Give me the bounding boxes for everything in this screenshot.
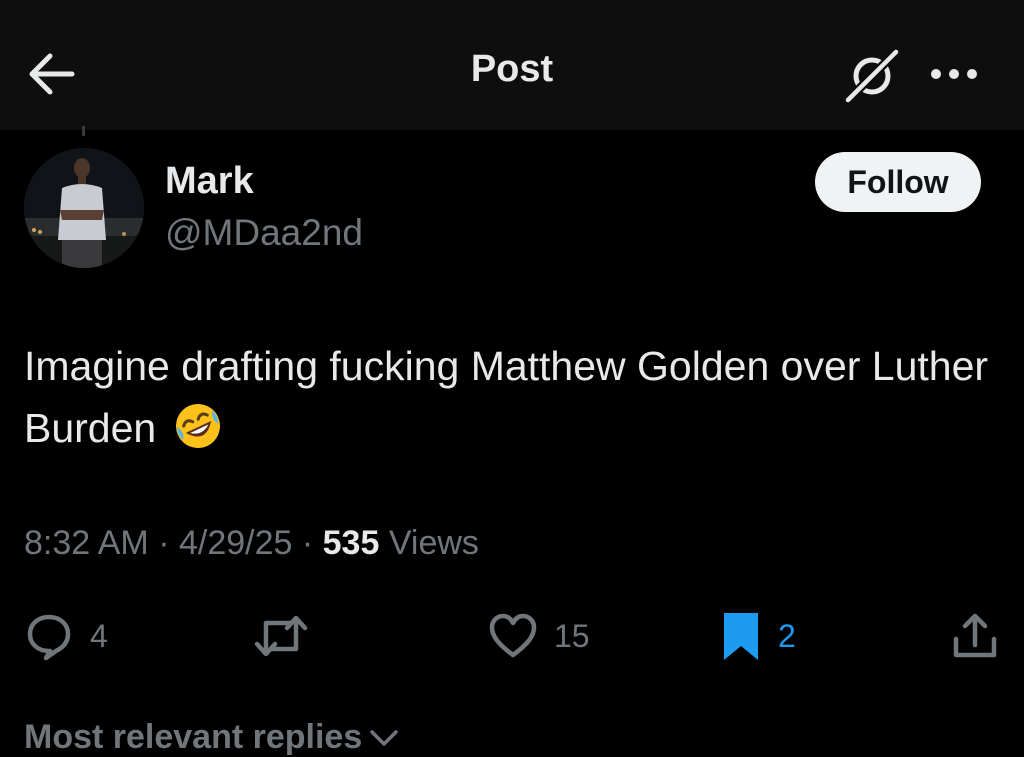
top-bar: Post [0,0,1024,130]
post-text-content: Imagine drafting fucking Matthew Golden … [24,343,989,451]
profile-photo [24,148,144,268]
replies-sort-label: Most relevant replies [24,718,363,756]
reply-button[interactable]: 4 [24,610,108,662]
share-button[interactable] [950,610,1000,662]
heart-icon [489,613,537,658]
like-button[interactable]: 15 [488,610,590,662]
follow-button[interactable]: Follow [815,152,981,212]
bookmark-button[interactable]: 2 [720,610,796,662]
share-icon [953,613,997,658]
post-text: Imagine drafting fucking Matthew Golden … [24,335,999,459]
avatar[interactable] [24,148,144,268]
more-dots-icon [931,69,977,79]
author-handle[interactable]: @MDaa2nd [165,212,363,254]
chevron-down-icon [370,730,398,746]
more-options-button[interactable] [926,56,982,92]
replies-sort-dropdown[interactable]: Most relevant replies [24,718,400,757]
separator-dot: · [148,524,179,562]
reply-icon [27,614,71,661]
post-date: 4/29/25 [178,524,293,562]
grok-icon [841,45,903,107]
reply-count: 4 [90,617,108,654]
rolling-on-floor-laughing-emoji [175,404,220,448]
repost-button[interactable] [252,610,326,662]
views-label: Views [379,524,479,562]
grok-button[interactable] [840,44,904,107]
post-time: 8:32 AM [24,524,149,562]
author-display-name[interactable]: Mark [165,160,254,203]
repost-icon [254,615,308,657]
bookmark-count: 2 [778,617,796,654]
thread-connector [82,126,85,136]
bookmark-icon [724,613,758,660]
like-count: 15 [554,617,590,654]
separator-dot: · [292,524,323,562]
views-count[interactable]: 535 [323,524,380,562]
post-metadata: 8:32 AM · 4/29/25 · 535 Views [24,524,479,563]
